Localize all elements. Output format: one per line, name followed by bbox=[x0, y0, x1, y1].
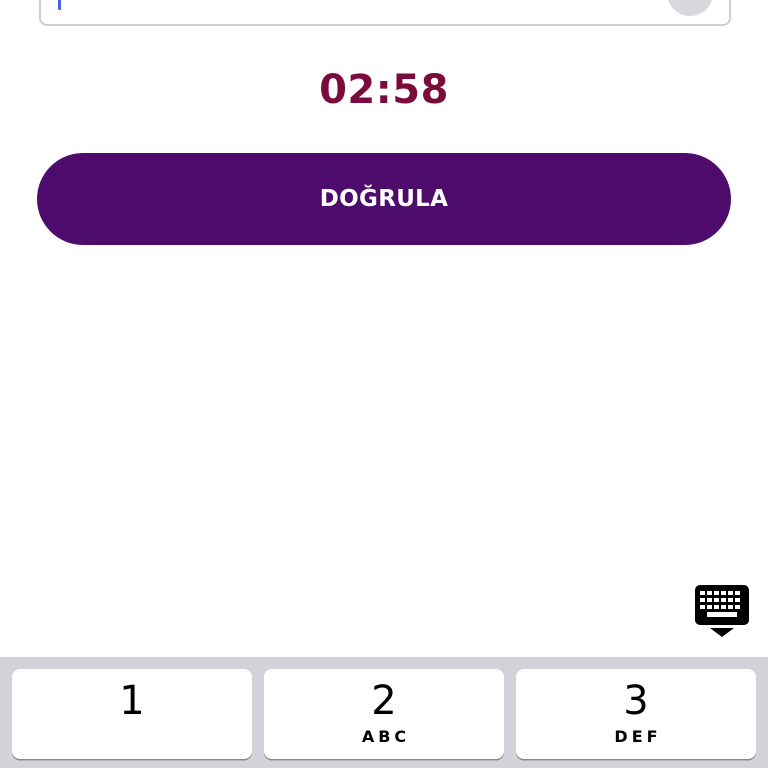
key-digit: 1 bbox=[119, 678, 145, 724]
verification-screen: 02:58 DOĞRULA 1 2 ABC 3 DEF bbox=[0, 0, 768, 768]
key-2[interactable]: 2 ABC bbox=[264, 669, 504, 759]
keyboard-icon bbox=[695, 585, 749, 637]
verify-button[interactable]: DOĞRULA bbox=[37, 153, 731, 245]
key-letters: DEF bbox=[614, 727, 662, 746]
key-letters: ABC bbox=[361, 727, 411, 746]
keyboard-dismiss-icon[interactable] bbox=[694, 585, 750, 639]
otp-input[interactable] bbox=[39, 0, 731, 26]
clear-input-icon[interactable] bbox=[667, 0, 713, 16]
countdown-timer: 02:58 bbox=[319, 67, 449, 113]
text-caret bbox=[58, 0, 61, 10]
verify-button-label: DOĞRULA bbox=[319, 186, 449, 212]
numeric-keypad: 1 2 ABC 3 DEF bbox=[0, 657, 768, 768]
key-digit: 2 bbox=[371, 678, 397, 724]
key-1[interactable]: 1 bbox=[12, 669, 252, 759]
key-3[interactable]: 3 DEF bbox=[516, 669, 756, 759]
key-digit: 3 bbox=[623, 678, 649, 724]
